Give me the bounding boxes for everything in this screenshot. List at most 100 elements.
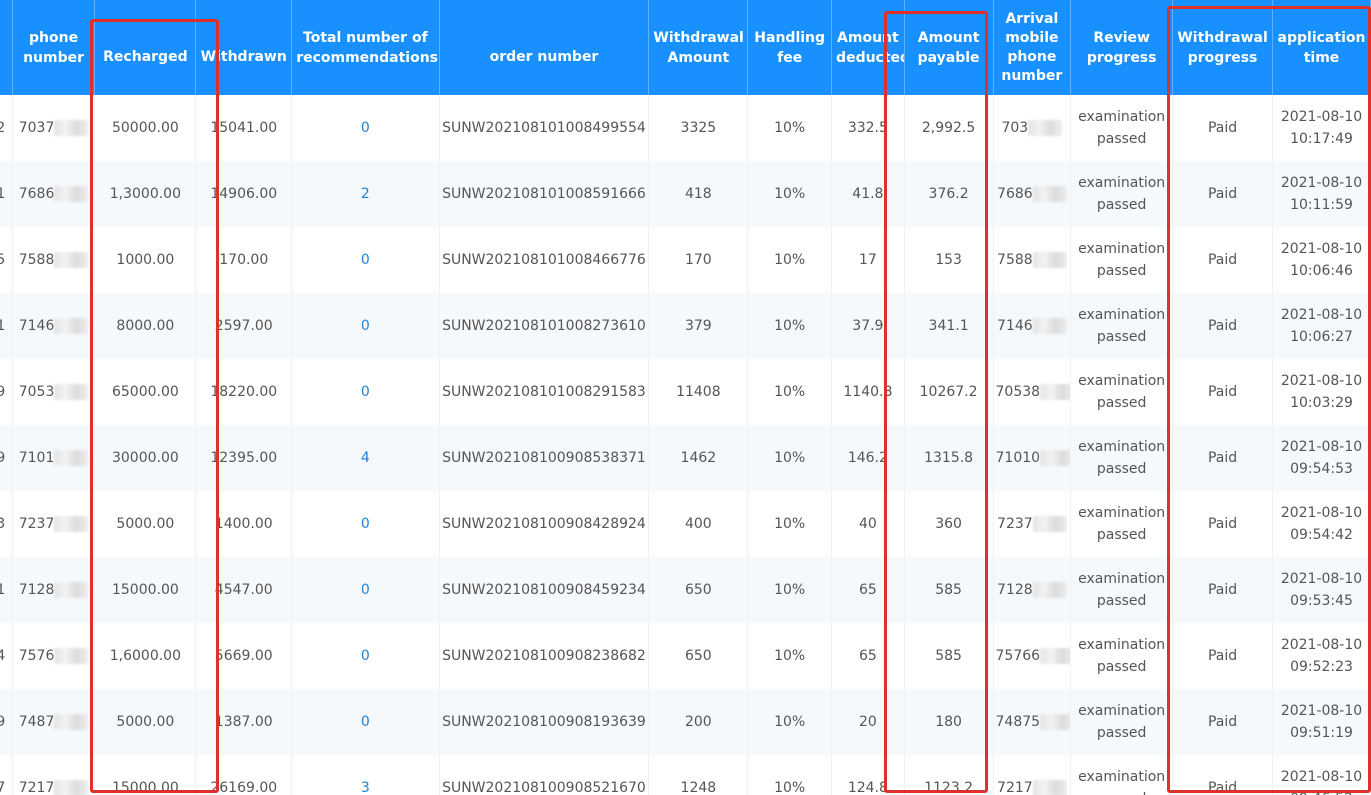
review-progress-cell: examination passed: [1070, 491, 1174, 557]
application-time-cell: 2021-08-10 09:53:45: [1272, 557, 1371, 623]
recommendations-count-cell[interactable]: 0: [291, 491, 440, 557]
withdrawal-progress-cell: Paid: [1172, 161, 1274, 227]
recommendations-count-cell[interactable]: 0: [291, 689, 440, 755]
amount-deducted-cell: 1140.8: [831, 359, 905, 425]
recommendations-count-cell[interactable]: 0: [291, 227, 440, 293]
table-row[interactable]: 1 7146 8000.00 2597.00 0 SUNW2021081010082736…: [0, 293, 1371, 359]
col-header-amount-deducted[interactable]: Amount deducted: [831, 0, 905, 95]
arrival-phone-number-text: 71010: [995, 450, 1041, 466]
phone-number-text: 7128: [18, 582, 55, 598]
review-progress-cell: examination passed: [1070, 359, 1174, 425]
arrival-phone-number-text: 7128: [997, 582, 1033, 598]
col-header-withdrawal-progress[interactable]: Withdrawal progress: [1172, 0, 1274, 95]
order-number-cell: SUNW202108101008291583: [439, 359, 650, 425]
table-row[interactable]: 3 7237 5000.00 1400.00 0 SUNW2021081009084289…: [0, 491, 1371, 557]
recharged-amount-cell: 1000.00: [94, 227, 197, 293]
handling-fee-cell: 10%: [747, 293, 833, 359]
table-row[interactable]: 1 7686 1,3000.00 14906.00 2 SUNW2021081010085…: [0, 161, 1371, 227]
order-number-cell: SUNW202108100908521670: [439, 755, 650, 795]
row-index-cell: 9: [0, 689, 13, 755]
redacted-blur: [54, 450, 89, 466]
col-header-index[interactable]: [0, 0, 13, 95]
withdrawal-amount-cell: 650: [648, 557, 749, 623]
amount-payable-cell: 180: [904, 689, 994, 755]
col-header-amount-payable[interactable]: Amount payable: [904, 0, 994, 95]
recommendations-count-cell[interactable]: 0: [291, 293, 440, 359]
col-header-handling-fee[interactable]: Handling fee: [747, 0, 833, 95]
order-number-cell: SUNW202108100908459234: [439, 557, 650, 623]
arrival-phone-number-text: 7217: [997, 780, 1033, 795]
col-header-order-number[interactable]: order number: [439, 0, 650, 95]
recharged-amount-cell: 1,3000.00: [94, 161, 197, 227]
table-viewport: phone number Recharged Withdrawn Total n…: [0, 0, 1371, 795]
arrival-phone-number-cell: 7128: [993, 557, 1072, 623]
col-header-application-time[interactable]: application time: [1272, 0, 1371, 95]
table-row[interactable]: 4 7576 1,6000.00 5669.00 0 SUNW20210810090823…: [0, 623, 1371, 689]
table-row[interactable]: 9 7053 65000.00 18220.00 0 SUNW20210810100829…: [0, 359, 1371, 425]
row-index-cell: 1: [0, 557, 13, 623]
row-index-cell: 3: [0, 491, 13, 557]
recommendations-count-cell[interactable]: 0: [291, 95, 440, 161]
application-time-cell: 2021-08-10 10:06:46: [1272, 227, 1371, 293]
withdrawal-amount-cell: 170: [648, 227, 749, 293]
arrival-phone-number-cell: 7237: [993, 491, 1072, 557]
redacted-blur: [54, 252, 89, 268]
withdrawal-amount-cell: 379: [648, 293, 749, 359]
redacted-blur: [1040, 714, 1070, 730]
amount-payable-cell: 1315.8: [904, 425, 994, 491]
col-header-withdrawn[interactable]: Withdrawn: [195, 0, 293, 95]
redacted-blur: [1032, 318, 1067, 334]
review-progress-cell: examination passed: [1070, 755, 1174, 795]
arrival-phone-number-text: 7686: [997, 186, 1033, 202]
order-number-cell: SUNW202108101008591666: [439, 161, 650, 227]
phone-number-cell: 7146: [12, 293, 96, 359]
arrival-phone-number-text: 703: [1001, 120, 1029, 136]
col-header-review-progress[interactable]: Review progress: [1070, 0, 1174, 95]
table-row[interactable]: 9 7487 5000.00 1387.00 0 SUNW2021081009081936…: [0, 689, 1371, 755]
recharged-amount-cell: 50000.00: [94, 95, 197, 161]
phone-number-text: 7237: [18, 516, 55, 532]
row-index-cell: 2: [0, 95, 13, 161]
col-header-withdrawal-amount[interactable]: Withdrawal Amount: [648, 0, 749, 95]
handling-fee-cell: 10%: [747, 95, 833, 161]
arrival-phone-number-cell: 7217: [993, 755, 1072, 795]
amount-deducted-cell: 20: [831, 689, 905, 755]
col-header-recharged[interactable]: Recharged: [94, 0, 197, 95]
table-row[interactable]: 1 7128 15000.00 4547.00 0 SUNW202108100908459…: [0, 557, 1371, 623]
handling-fee-cell: 10%: [747, 755, 833, 795]
row-index-cell: 9: [0, 425, 13, 491]
phone-number-cell: 7101: [12, 425, 96, 491]
col-header-recommendations[interactable]: Total number of recommendations: [291, 0, 440, 95]
recommendations-count-cell[interactable]: 3: [291, 755, 440, 795]
review-progress-cell: examination passed: [1070, 95, 1174, 161]
table-row[interactable]: 7 7217 15000.00 26169.00 3 SUNW20210810090852…: [0, 755, 1371, 795]
withdrawal-amount-cell: 400: [648, 491, 749, 557]
table-row[interactable]: 2 7037 50000.00 15041.00 0 SUNW20210810100849…: [0, 95, 1371, 161]
table-row[interactable]: 5 7588 1000.00 170.00 0 SUNW20210810100846677…: [0, 227, 1371, 293]
col-header-arrival-phone[interactable]: Arrival mobile phone number: [993, 0, 1072, 95]
application-time-cell: 2021-08-10 09:52:23: [1272, 623, 1371, 689]
recommendations-count-cell[interactable]: 2: [291, 161, 440, 227]
redacted-blur: [1040, 450, 1070, 466]
arrival-phone-number-cell: 7146: [993, 293, 1072, 359]
review-progress-cell: examination passed: [1070, 689, 1174, 755]
withdrawn-amount-cell: 18220.00: [195, 359, 293, 425]
amount-payable-cell: 153: [904, 227, 994, 293]
review-progress-cell: examination passed: [1070, 623, 1174, 689]
table-row[interactable]: 9 7101 30000.00 12395.00 4 SUNW20210810090853…: [0, 425, 1371, 491]
withdrawal-amount-cell: 11408: [648, 359, 749, 425]
recharged-amount-cell: 8000.00: [94, 293, 197, 359]
recommendations-count-cell[interactable]: 0: [291, 557, 440, 623]
col-header-phone-number[interactable]: phone number: [12, 0, 96, 95]
recommendations-count-cell[interactable]: 4: [291, 425, 440, 491]
phone-number-cell: 7576: [12, 623, 96, 689]
withdrawn-amount-cell: 12395.00: [195, 425, 293, 491]
row-index-cell: 5: [0, 227, 13, 293]
arrival-phone-number-text: 7237: [997, 516, 1033, 532]
recommendations-count-cell[interactable]: 0: [291, 623, 440, 689]
order-number-cell: SUNW202108100908428924: [439, 491, 650, 557]
arrival-phone-number-cell: 7686: [993, 161, 1072, 227]
withdrawal-amount-cell: 650: [648, 623, 749, 689]
recommendations-count-cell[interactable]: 0: [291, 359, 440, 425]
redacted-blur: [54, 582, 89, 598]
